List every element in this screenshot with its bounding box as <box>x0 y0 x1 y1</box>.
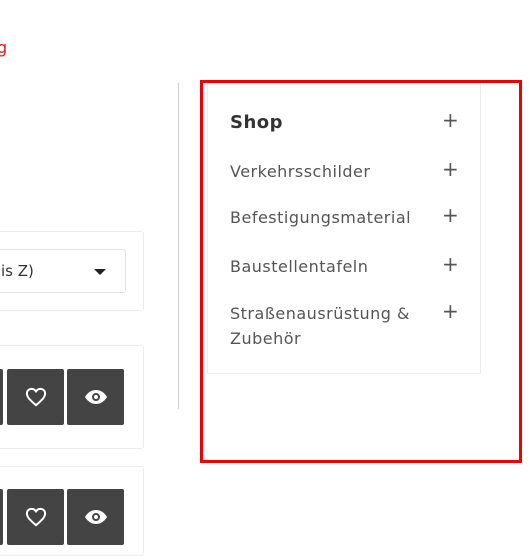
quick-view-button[interactable] <box>67 489 124 545</box>
sort-selected-value: is Z) <box>1 262 34 280</box>
heart-icon <box>25 387 46 407</box>
quick-view-button[interactable] <box>67 369 124 425</box>
add-to-cart-button[interactable] <box>0 489 3 545</box>
heart-icon <box>25 507 46 527</box>
header-red-text: g <box>0 38 8 57</box>
eye-icon <box>84 510 107 524</box>
add-to-cart-button[interactable] <box>0 369 3 425</box>
highlight-box <box>200 80 522 463</box>
wishlist-button[interactable] <box>7 489 64 545</box>
eye-icon <box>84 390 107 404</box>
column-divider <box>178 83 179 409</box>
sort-select[interactable]: is Z) <box>0 249 126 293</box>
wishlist-button[interactable] <box>7 369 64 425</box>
chevron-down-icon <box>94 269 106 275</box>
